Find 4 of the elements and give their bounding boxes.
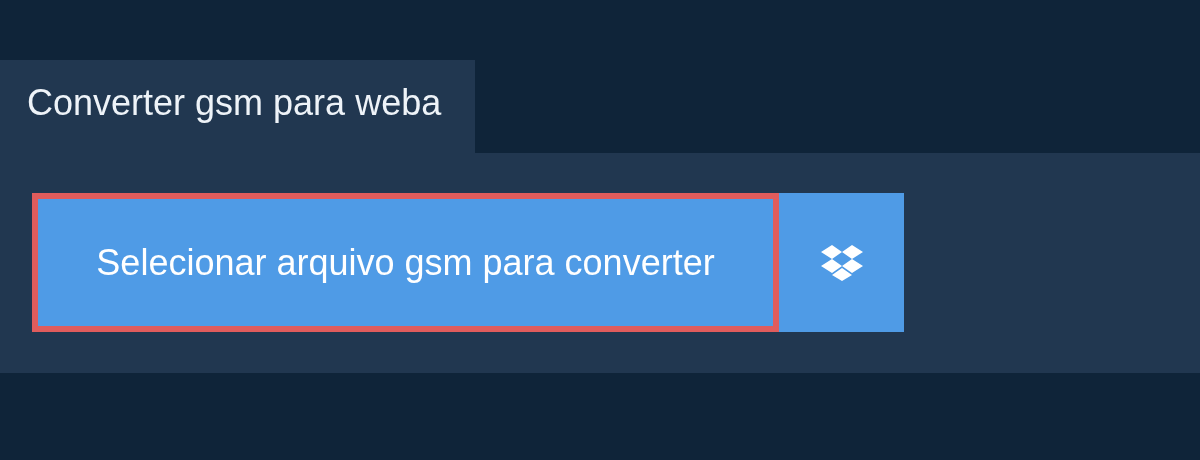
- dropbox-icon: [820, 244, 863, 281]
- select-file-button[interactable]: Selecionar arquivo gsm para converter: [32, 193, 779, 332]
- dropbox-button[interactable]: [779, 193, 904, 332]
- page-title: Converter gsm para weba: [27, 80, 442, 125]
